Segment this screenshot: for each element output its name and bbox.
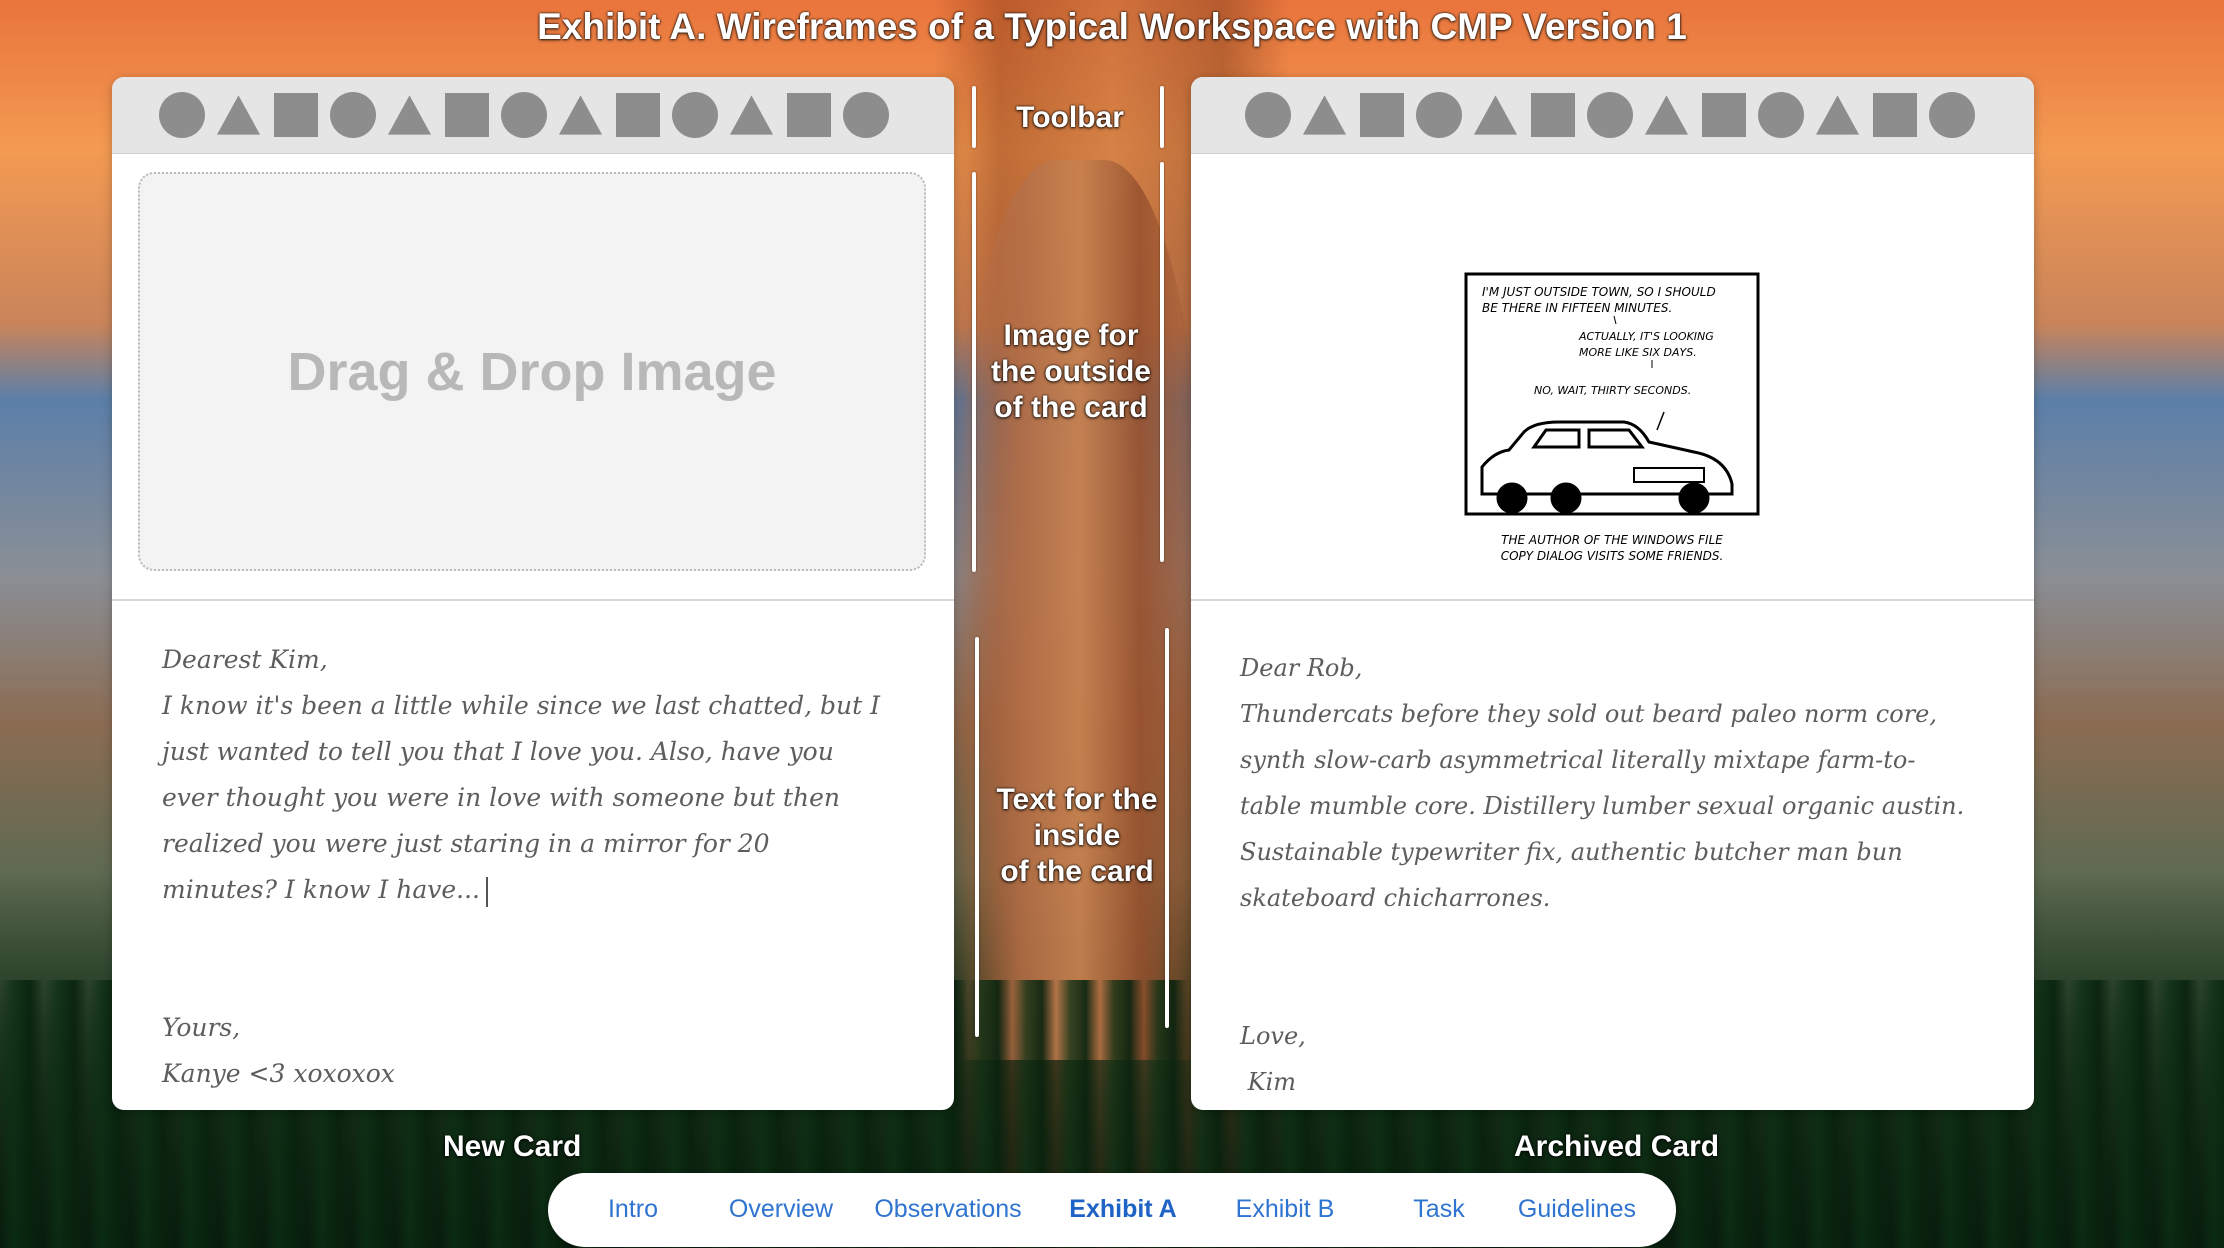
circle-icon[interactable] (1757, 92, 1804, 139)
comic-caption-1: THE AUTHOR OF THE WINDOWS FILE (1501, 533, 1723, 547)
circle-icon[interactable] (500, 92, 547, 139)
triangle-icon[interactable] (1643, 92, 1690, 139)
nav-overview[interactable]: Overview (729, 1195, 833, 1224)
nav-exhibit-b[interactable]: Exhibit B (1236, 1195, 1335, 1224)
new-card-caption: New Card (443, 1130, 582, 1163)
circle-icon[interactable] (1244, 92, 1291, 139)
circle-icon[interactable] (1586, 92, 1633, 139)
comic-text-2: BE THERE IN FIFTEEN MINUTES. (1482, 301, 1672, 315)
square-icon[interactable] (272, 92, 319, 139)
text-bracket-left (975, 637, 979, 1037)
nav-intro[interactable]: Intro (608, 1195, 658, 1224)
nav-exhibit-a[interactable]: Exhibit A (1069, 1195, 1176, 1224)
triangle-icon[interactable] (1301, 92, 1348, 139)
archived-card-outside: I'M JUST OUTSIDE TOWN, SO I SHOULD BE TH… (1191, 154, 2034, 601)
comic-caption-2: COPY DIALOG VISITS SOME FRIENDS. (1501, 549, 1724, 562)
triangle-icon[interactable] (557, 92, 604, 139)
background-cliff (960, 160, 1200, 1060)
circle-icon[interactable] (158, 92, 205, 139)
dropzone-label: Drag & Drop Image (287, 341, 777, 402)
square-icon[interactable] (443, 92, 490, 139)
page-title: Exhibit A. Wireframes of a Typical Works… (537, 6, 1687, 47)
image-dropzone[interactable]: Drag & Drop Image (138, 172, 926, 571)
circle-icon[interactable] (671, 92, 718, 139)
new-card-toolbar (112, 77, 954, 154)
triangle-icon[interactable] (1472, 92, 1519, 139)
new-card: Drag & Drop Image Dearest Kim, I know it… (112, 77, 954, 1110)
annotation-image-outside: Image for the outside of the card (990, 319, 1151, 424)
square-icon[interactable] (614, 92, 661, 139)
comic-image: I'M JUST OUTSIDE TOWN, SO I SHOULD BE TH… (1464, 272, 1760, 562)
triangle-icon[interactable] (215, 92, 262, 139)
circle-icon[interactable] (1928, 92, 1975, 139)
triangle-icon[interactable] (386, 92, 433, 139)
nav-observations[interactable]: Observations (874, 1195, 1021, 1224)
comic-text-5: NO, WAIT, THIRTY SECONDS. (1534, 384, 1691, 397)
toolbar-bracket-left (972, 86, 976, 148)
square-icon[interactable] (1358, 92, 1405, 139)
square-icon[interactable] (1529, 92, 1576, 139)
archived-card-message-text: Dear Rob, Thundercats before they sold o… (1240, 654, 1965, 912)
nav-task[interactable]: Task (1413, 1195, 1464, 1224)
archived-card: I'M JUST OUTSIDE TOWN, SO I SHOULD BE TH… (1191, 77, 2034, 1110)
bottom-nav: Intro Overview Observations Exhibit A Ex… (548, 1173, 1676, 1247)
archived-card-caption: Archived Card (1514, 1130, 1720, 1163)
text-cursor (485, 876, 488, 907)
new-card-outside: Drag & Drop Image (112, 154, 954, 601)
image-bracket-left (972, 172, 976, 572)
new-card-closing: Yours, Kanye <3 xoxoxox (162, 1013, 395, 1088)
archived-card-closing: Love, Kim (1240, 1022, 1306, 1096)
archived-card-message: Dear Rob, Thundercats before they sold o… (1240, 645, 1970, 1105)
nav-guidelines[interactable]: Guidelines (1518, 1195, 1636, 1224)
archived-card-toolbar (1191, 77, 2034, 154)
triangle-icon[interactable] (728, 92, 775, 139)
new-card-inside[interactable]: Dearest Kim, I know it's been a little w… (112, 601, 954, 1097)
annotation-toolbar: Toolbar (1016, 101, 1124, 134)
comic-text-1: I'M JUST OUTSIDE TOWN, SO I SHOULD (1482, 285, 1716, 299)
new-card-message[interactable]: Dearest Kim, I know it's been a little w… (162, 637, 892, 1097)
square-icon[interactable] (785, 92, 832, 139)
square-icon[interactable] (1871, 92, 1918, 139)
comic-text-3: ACTUALLY, IT'S LOOKING (1578, 330, 1714, 343)
toolbar-bracket-right (1160, 86, 1164, 148)
circle-icon[interactable] (1415, 92, 1462, 139)
circle-icon[interactable] (842, 92, 889, 139)
square-icon[interactable] (1700, 92, 1747, 139)
circle-icon[interactable] (329, 92, 376, 139)
archived-card-inside: Dear Rob, Thundercats before they sold o… (1191, 601, 2034, 1105)
annotation-text-inside: Text for the inside of the card (996, 783, 1158, 888)
triangle-icon[interactable] (1814, 92, 1861, 139)
new-card-message-text: Dearest Kim, I know it's been a little w… (162, 645, 881, 904)
comic-text-4: MORE LIKE SIX DAYS. (1579, 346, 1697, 359)
